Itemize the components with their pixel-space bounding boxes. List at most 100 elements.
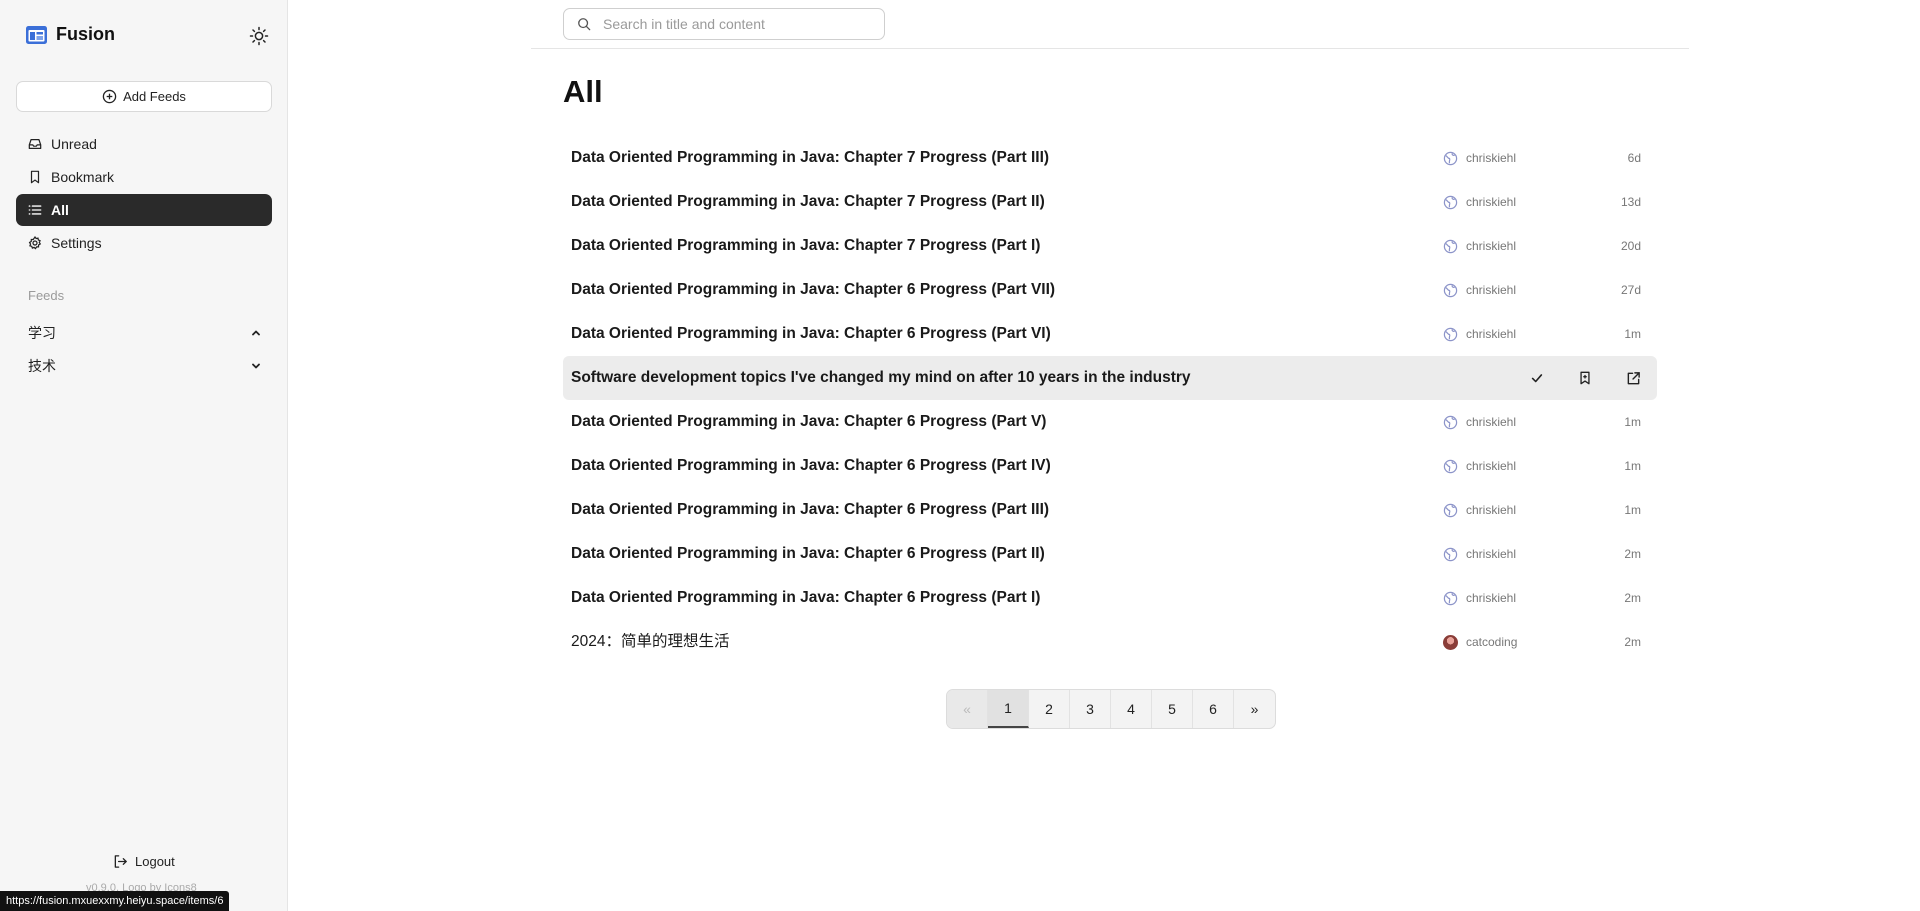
sidebar-nav: Unread Bookmark All Settings [16,128,272,260]
item-source-name: chriskiehl [1466,327,1517,341]
item-source: chriskiehl [1443,444,1516,488]
theme-toggle-sun-icon[interactable] [249,26,269,46]
sidebar-item-settings[interactable]: Settings [16,227,272,259]
item-time: 27d [1620,283,1641,297]
item-title[interactable]: Data Oriented Programming in Java: Chapt… [571,268,1055,312]
globe-icon [1443,591,1458,605]
feed-group-tech[interactable]: 技术 [16,351,272,381]
pagination-page-2[interactable]: 2 [1029,690,1070,728]
sidebar-item-bookmark[interactable]: Bookmark [16,161,272,193]
app-name: Fusion [56,24,115,44]
item-source: chriskiehl [1443,136,1516,180]
item-time: 1m [1624,327,1641,341]
list-item[interactable]: Data Oriented Programming in Java: Chapt… [563,400,1657,444]
globe-icon [1443,503,1458,517]
list-item[interactable]: Data Oriented Programming in Java: Chapt… [563,312,1657,356]
item-title[interactable]: Data Oriented Programming in Java: Chapt… [571,532,1045,576]
list-item-hovered[interactable]: Software development topics I've changed… [563,356,1657,400]
sidebar-item-unread[interactable]: Unread [16,128,272,160]
item-title[interactable]: Data Oriented Programming in Java: Chapt… [571,136,1049,180]
globe-icon [1443,415,1458,429]
item-time: 1m [1624,459,1641,473]
chevron-up-icon[interactable] [250,327,262,339]
item-time: 6d [1627,151,1641,165]
feeds-section-label: Feeds [28,288,65,303]
list-item[interactable]: Data Oriented Programming in Java: Chapt… [563,136,1657,180]
item-time: 1m [1624,415,1641,429]
item-list: Data Oriented Programming in Java: Chapt… [563,136,1657,664]
bookmark-add-icon[interactable] [1573,366,1597,390]
logout-label: Logout [135,854,175,869]
globe-icon [1443,547,1458,561]
item-title[interactable]: Data Oriented Programming in Java: Chapt… [571,576,1040,620]
mark-read-check-icon[interactable] [1525,366,1549,390]
item-time: 20d [1620,239,1641,253]
item-source: chriskiehl [1443,268,1516,312]
gear-icon [28,236,42,250]
item-source: chriskiehl [1443,488,1516,532]
globe-icon [1443,283,1458,297]
sidebar-item-label: Settings [51,235,102,251]
pagination-page-3[interactable]: 3 [1070,690,1111,728]
item-title[interactable]: Data Oriented Programming in Java: Chapt… [571,444,1051,488]
item-source-name: chriskiehl [1466,151,1517,165]
item-source: chriskiehl [1443,576,1516,620]
feed-group-label: 学习 [28,325,56,341]
pagination-page-6[interactable]: 6 [1193,690,1234,728]
feed-group-study[interactable]: 学习 [16,318,272,348]
item-source-name: chriskiehl [1466,547,1517,561]
pagination-page-5[interactable]: 5 [1152,690,1193,728]
item-title[interactable]: Data Oriented Programming in Java: Chapt… [571,180,1045,224]
search-icon [578,18,591,31]
item-title[interactable]: Software development topics I've changed… [571,356,1191,400]
item-title[interactable]: Data Oriented Programming in Java: Chapt… [571,488,1049,532]
logout-button[interactable]: Logout [113,854,175,869]
item-source-name: chriskiehl [1466,591,1517,605]
page-title: All [563,74,603,109]
pagination-page-4[interactable]: 4 [1111,690,1152,728]
list-item[interactable]: Data Oriented Programming in Java: Chapt… [563,532,1657,576]
list-item[interactable]: Data Oriented Programming in Java: Chapt… [563,576,1657,620]
item-time: 2m [1624,547,1641,561]
item-source: chriskiehl [1443,400,1516,444]
item-source-name: chriskiehl [1466,195,1517,209]
add-feeds-button[interactable]: Add Feeds [16,81,272,112]
list-item[interactable]: Data Oriented Programming in Java: Chapt… [563,488,1657,532]
list-item[interactable]: Data Oriented Programming in Java: Chapt… [563,224,1657,268]
sidebar-item-label: Bookmark [51,169,115,185]
feed-group-label: 技术 [28,358,56,374]
item-source-name: chriskiehl [1466,459,1517,473]
chevron-down-icon[interactable] [250,360,262,372]
list-item[interactable]: Data Oriented Programming in Java: Chapt… [563,180,1657,224]
item-title[interactable]: Data Oriented Programming in Java: Chapt… [571,224,1040,268]
globe-icon [1443,327,1458,341]
pagination-prev-button[interactable]: « [947,690,988,728]
item-source: chriskiehl [1443,224,1516,268]
item-source-name: chriskiehl [1466,503,1517,517]
item-time: 2m [1624,635,1641,649]
search-input[interactable] [603,16,863,32]
open-external-link-icon[interactable] [1621,366,1645,390]
item-time: 2m [1624,591,1641,605]
brand[interactable]: Fusion [26,24,115,45]
item-source: chriskiehl [1443,312,1516,356]
logout-icon [114,855,127,868]
item-title[interactable]: 2024：简单的理想生活 [571,620,729,664]
list-item[interactable]: 2024：简单的理想生活 catcoding 2m [563,620,1657,664]
fusion-logo-icon [26,25,47,44]
globe-icon [1443,239,1458,253]
list-item[interactable]: Data Oriented Programming in Java: Chapt… [563,268,1657,312]
globe-icon [1443,151,1458,165]
item-title[interactable]: Data Oriented Programming in Java: Chapt… [571,400,1046,444]
search-box[interactable] [563,8,885,40]
item-source: chriskiehl [1443,180,1516,224]
list-item[interactable]: Data Oriented Programming in Java: Chapt… [563,444,1657,488]
sidebar-item-label: All [51,202,69,218]
pagination-next-button[interactable]: » [1234,690,1275,728]
plus-circle-icon [102,89,117,104]
status-bar-url: https://fusion.mxuexxmy.heiyu.space/item… [0,891,230,911]
item-title[interactable]: Data Oriented Programming in Java: Chapt… [571,312,1051,356]
sidebar-item-all[interactable]: All [16,194,272,226]
item-source-name: chriskiehl [1466,283,1517,297]
pagination-page-1[interactable]: 1 [988,690,1029,728]
